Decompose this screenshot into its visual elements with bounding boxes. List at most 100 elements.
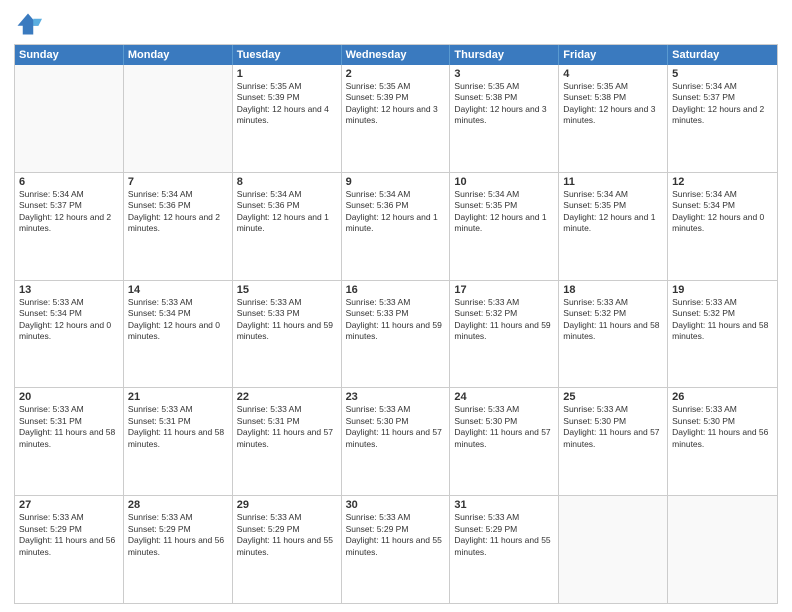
header-day-saturday: Saturday xyxy=(668,45,777,65)
cell-detail: Sunrise: 5:33 AM Sunset: 5:30 PM Dayligh… xyxy=(563,404,663,450)
day-number: 14 xyxy=(128,284,228,296)
day-number: 28 xyxy=(128,499,228,511)
calendar-cell-day-30: 30Sunrise: 5:33 AM Sunset: 5:29 PM Dayli… xyxy=(342,496,451,603)
calendar-cell-day-18: 18Sunrise: 5:33 AM Sunset: 5:32 PM Dayli… xyxy=(559,281,668,388)
header-day-wednesday: Wednesday xyxy=(342,45,451,65)
header-day-thursday: Thursday xyxy=(450,45,559,65)
cell-detail: Sunrise: 5:34 AM Sunset: 5:34 PM Dayligh… xyxy=(672,189,773,235)
day-number: 2 xyxy=(346,68,446,80)
cell-detail: Sunrise: 5:35 AM Sunset: 5:38 PM Dayligh… xyxy=(454,81,554,127)
cell-detail: Sunrise: 5:34 AM Sunset: 5:36 PM Dayligh… xyxy=(237,189,337,235)
day-number: 4 xyxy=(563,68,663,80)
day-number: 10 xyxy=(454,176,554,188)
cell-detail: Sunrise: 5:33 AM Sunset: 5:31 PM Dayligh… xyxy=(128,404,228,450)
cell-detail: Sunrise: 5:33 AM Sunset: 5:34 PM Dayligh… xyxy=(19,297,119,343)
cell-detail: Sunrise: 5:34 AM Sunset: 5:36 PM Dayligh… xyxy=(346,189,446,235)
calendar-cell-empty xyxy=(15,65,124,172)
cell-detail: Sunrise: 5:33 AM Sunset: 5:30 PM Dayligh… xyxy=(346,404,446,450)
cell-detail: Sunrise: 5:33 AM Sunset: 5:30 PM Dayligh… xyxy=(672,404,773,450)
day-number: 8 xyxy=(237,176,337,188)
calendar-row-4: 27Sunrise: 5:33 AM Sunset: 5:29 PM Dayli… xyxy=(15,496,777,603)
day-number: 25 xyxy=(563,391,663,403)
day-number: 16 xyxy=(346,284,446,296)
calendar-cell-day-31: 31Sunrise: 5:33 AM Sunset: 5:29 PM Dayli… xyxy=(450,496,559,603)
calendar-cell-day-25: 25Sunrise: 5:33 AM Sunset: 5:30 PM Dayli… xyxy=(559,388,668,495)
cell-detail: Sunrise: 5:33 AM Sunset: 5:31 PM Dayligh… xyxy=(19,404,119,450)
cell-detail: Sunrise: 5:34 AM Sunset: 5:35 PM Dayligh… xyxy=(563,189,663,235)
day-number: 30 xyxy=(346,499,446,511)
calendar-cell-day-22: 22Sunrise: 5:33 AM Sunset: 5:31 PM Dayli… xyxy=(233,388,342,495)
cell-detail: Sunrise: 5:33 AM Sunset: 5:30 PM Dayligh… xyxy=(454,404,554,450)
day-number: 23 xyxy=(346,391,446,403)
calendar-cell-day-17: 17Sunrise: 5:33 AM Sunset: 5:32 PM Dayli… xyxy=(450,281,559,388)
day-number: 29 xyxy=(237,499,337,511)
cell-detail: Sunrise: 5:33 AM Sunset: 5:29 PM Dayligh… xyxy=(237,512,337,558)
day-number: 22 xyxy=(237,391,337,403)
calendar: SundayMondayTuesdayWednesdayThursdayFrid… xyxy=(14,44,778,604)
calendar-cell-day-2: 2Sunrise: 5:35 AM Sunset: 5:39 PM Daylig… xyxy=(342,65,451,172)
calendar-cell-empty xyxy=(559,496,668,603)
header-day-tuesday: Tuesday xyxy=(233,45,342,65)
day-number: 18 xyxy=(563,284,663,296)
calendar-cell-day-24: 24Sunrise: 5:33 AM Sunset: 5:30 PM Dayli… xyxy=(450,388,559,495)
calendar-cell-day-8: 8Sunrise: 5:34 AM Sunset: 5:36 PM Daylig… xyxy=(233,173,342,280)
header-day-monday: Monday xyxy=(124,45,233,65)
calendar-cell-day-21: 21Sunrise: 5:33 AM Sunset: 5:31 PM Dayli… xyxy=(124,388,233,495)
page-container: SundayMondayTuesdayWednesdayThursdayFrid… xyxy=(0,0,792,612)
calendar-header: SundayMondayTuesdayWednesdayThursdayFrid… xyxy=(15,45,777,65)
calendar-cell-day-13: 13Sunrise: 5:33 AM Sunset: 5:34 PM Dayli… xyxy=(15,281,124,388)
calendar-body: 1 Sunrise: 5:35 AM Sunset: 5:39 PM Daylig… xyxy=(15,65,777,603)
logo-icon xyxy=(14,10,42,38)
header-day-sunday: Sunday xyxy=(15,45,124,65)
day-number: 19 xyxy=(672,284,773,296)
cell-detail: Sunrise: 5:33 AM Sunset: 5:31 PM Dayligh… xyxy=(237,404,337,450)
day-number: 13 xyxy=(19,284,119,296)
calendar-cell-day-1: 1Sunrise: 5:35 AM Sunset: 5:39 PM Daylig… xyxy=(233,65,342,172)
calendar-cell-empty xyxy=(668,496,777,603)
page-header xyxy=(14,10,778,38)
calendar-cell-day-20: 20Sunrise: 5:33 AM Sunset: 5:31 PM Dayli… xyxy=(15,388,124,495)
calendar-cell-day-3: 3Sunrise: 5:35 AM Sunset: 5:38 PM Daylig… xyxy=(450,65,559,172)
day-number: 24 xyxy=(454,391,554,403)
calendar-row-2: 13Sunrise: 5:33 AM Sunset: 5:34 PM Dayli… xyxy=(15,281,777,389)
day-number: 1 xyxy=(237,68,337,80)
calendar-cell-day-4: 4Sunrise: 5:35 AM Sunset: 5:38 PM Daylig… xyxy=(559,65,668,172)
day-number: 20 xyxy=(19,391,119,403)
logo xyxy=(14,10,46,38)
calendar-cell-empty xyxy=(124,65,233,172)
calendar-cell-day-15: 15Sunrise: 5:33 AM Sunset: 5:33 PM Dayli… xyxy=(233,281,342,388)
calendar-row-1: 6Sunrise: 5:34 AM Sunset: 5:37 PM Daylig… xyxy=(15,173,777,281)
calendar-cell-day-10: 10Sunrise: 5:34 AM Sunset: 5:35 PM Dayli… xyxy=(450,173,559,280)
cell-detail: Sunrise: 5:34 AM Sunset: 5:37 PM Dayligh… xyxy=(19,189,119,235)
day-number: 27 xyxy=(19,499,119,511)
calendar-cell-day-12: 12Sunrise: 5:34 AM Sunset: 5:34 PM Dayli… xyxy=(668,173,777,280)
calendar-cell-day-29: 29Sunrise: 5:33 AM Sunset: 5:29 PM Dayli… xyxy=(233,496,342,603)
cell-detail: Sunrise: 5:33 AM Sunset: 5:29 PM Dayligh… xyxy=(19,512,119,558)
cell-detail: Sunrise: 5:34 AM Sunset: 5:36 PM Dayligh… xyxy=(128,189,228,235)
day-number: 9 xyxy=(346,176,446,188)
calendar-cell-day-5: 5Sunrise: 5:34 AM Sunset: 5:37 PM Daylig… xyxy=(668,65,777,172)
calendar-cell-day-11: 11Sunrise: 5:34 AM Sunset: 5:35 PM Dayli… xyxy=(559,173,668,280)
cell-detail: Sunrise: 5:33 AM Sunset: 5:32 PM Dayligh… xyxy=(563,297,663,343)
calendar-cell-day-6: 6Sunrise: 5:34 AM Sunset: 5:37 PM Daylig… xyxy=(15,173,124,280)
cell-detail: Sunrise: 5:33 AM Sunset: 5:34 PM Dayligh… xyxy=(128,297,228,343)
calendar-cell-day-7: 7Sunrise: 5:34 AM Sunset: 5:36 PM Daylig… xyxy=(124,173,233,280)
cell-detail: Sunrise: 5:33 AM Sunset: 5:33 PM Dayligh… xyxy=(237,297,337,343)
calendar-cell-day-14: 14Sunrise: 5:33 AM Sunset: 5:34 PM Dayli… xyxy=(124,281,233,388)
day-number: 7 xyxy=(128,176,228,188)
cell-detail: Sunrise: 5:33 AM Sunset: 5:32 PM Dayligh… xyxy=(454,297,554,343)
cell-detail: Sunrise: 5:35 AM Sunset: 5:39 PM Dayligh… xyxy=(346,81,446,127)
calendar-cell-day-16: 16Sunrise: 5:33 AM Sunset: 5:33 PM Dayli… xyxy=(342,281,451,388)
header-day-friday: Friday xyxy=(559,45,668,65)
calendar-row-0: 1 Sunrise: 5:35 AM Sunset: 5:39 PM Daylig… xyxy=(15,65,777,173)
cell-detail: Sunrise: 5:33 AM Sunset: 5:29 PM Dayligh… xyxy=(454,512,554,558)
calendar-cell-day-19: 19Sunrise: 5:33 AM Sunset: 5:32 PM Dayli… xyxy=(668,281,777,388)
cell-detail: Sunrise: 5:34 AM Sunset: 5:37 PM Dayligh… xyxy=(672,81,773,127)
cell-detail: Sunrise: 5:34 AM Sunset: 5:35 PM Dayligh… xyxy=(454,189,554,235)
cell-detail: Sunrise: 5:33 AM Sunset: 5:29 PM Dayligh… xyxy=(128,512,228,558)
cell-detail: Sunrise: 5:33 AM Sunset: 5:29 PM Dayligh… xyxy=(346,512,446,558)
day-number: 3 xyxy=(454,68,554,80)
cell-detail: Sunrise: 5:35 AM Sunset: 5:38 PM Dayligh… xyxy=(563,81,663,127)
cell-detail: Sunrise: 5:33 AM Sunset: 5:33 PM Dayligh… xyxy=(346,297,446,343)
calendar-cell-day-9: 9Sunrise: 5:34 AM Sunset: 5:36 PM Daylig… xyxy=(342,173,451,280)
